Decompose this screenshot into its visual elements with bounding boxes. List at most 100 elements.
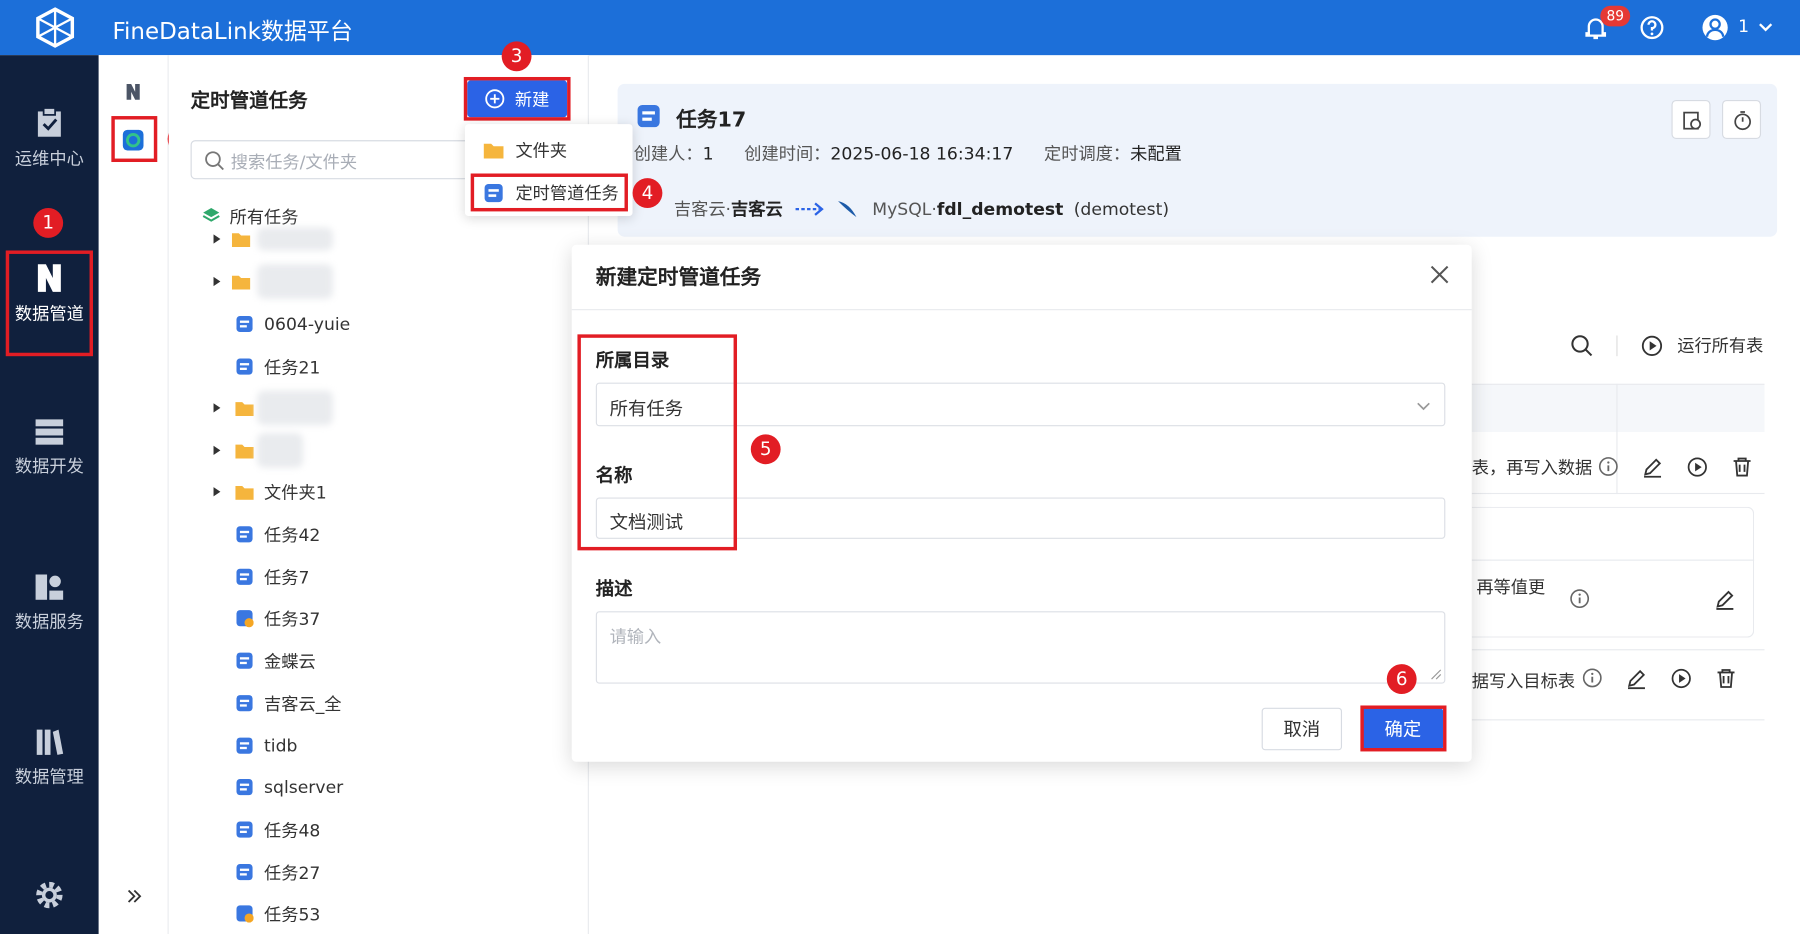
- highlight-box-3: [463, 76, 571, 121]
- row-text: 再等值更: [1476, 576, 1546, 598]
- tree-item[interactable]: 任务48: [235, 812, 320, 846]
- blurred-label: [257, 390, 333, 426]
- trash-icon[interactable]: [1731, 456, 1753, 478]
- task-meta: 创建人：1 创建时间：2025-06-18 16:34:17 定时调度：未配置: [634, 141, 1182, 165]
- left-nav: 运维中心 数据管道 数据开发 数据服务 数据管理: [0, 55, 99, 934]
- dialog-title: 新建定时管道任务: [595, 265, 762, 290]
- info-icon: [1582, 668, 1602, 688]
- play-circle-icon[interactable]: [1686, 456, 1708, 478]
- table-header: [1471, 383, 1765, 433]
- book-icon: [36, 729, 64, 755]
- settings-button[interactable]: [1671, 99, 1711, 140]
- nav-label-ops: 运维中心: [14, 148, 84, 169]
- highlight-box-2: [111, 116, 158, 163]
- nav-item-manage[interactable]: 数据管理: [0, 727, 99, 788]
- nav-item-service[interactable]: 数据服务: [0, 572, 99, 633]
- tree-item[interactable]: 吉客云_全: [235, 686, 342, 720]
- caret-right-icon: [213, 445, 221, 456]
- blurred-label: [257, 264, 333, 299]
- search-input[interactable]: 搜索任务/文件夹: [190, 140, 478, 180]
- help-icon[interactable]: [1639, 15, 1664, 40]
- tree-folder-label: 文件夹1: [264, 482, 327, 503]
- task-icon: [236, 821, 253, 838]
- highlight-box-1: [5, 250, 93, 357]
- row-text: 据写入目标表: [1471, 671, 1576, 692]
- menu-item-folder-label: 文件夹: [515, 140, 568, 161]
- trash-icon[interactable]: [1715, 668, 1737, 690]
- caret-right-icon: [213, 403, 221, 413]
- tree-item[interactable]: 任务37: [235, 601, 320, 635]
- tree-folder-blurred[interactable]: [211, 264, 333, 299]
- tree-folder[interactable]: 文件夹1: [211, 475, 327, 509]
- tree-folder-blurred[interactable]: [211, 433, 304, 468]
- edit-icon[interactable]: [1714, 588, 1736, 610]
- gear-icon[interactable]: [34, 880, 64, 910]
- user-avatar-icon[interactable]: [1701, 14, 1729, 42]
- top-bar: FineDataLink数据平台 89 1: [0, 0, 1800, 56]
- tree-folder-blurred[interactable]: [211, 225, 333, 253]
- info-icon: [1598, 457, 1618, 476]
- tree-item[interactable]: 任务53: [235, 896, 320, 930]
- folder-icon: [231, 275, 251, 290]
- panel-title: 定时管道任务: [190, 89, 308, 113]
- tree-item[interactable]: sqlserver: [235, 770, 343, 804]
- task-icon: [236, 526, 253, 543]
- tree-folder-blurred[interactable]: [211, 390, 333, 426]
- info-icon: [1570, 589, 1590, 609]
- target-name: fdl_demotest: [936, 198, 1064, 219]
- tree-item-label: tidb: [264, 735, 298, 757]
- target-prefix: MySQL·: [872, 198, 937, 219]
- sub-nav: [98, 55, 169, 934]
- nav-item-ops[interactable]: 运维中心: [0, 107, 99, 170]
- edit-icon[interactable]: [1626, 668, 1648, 690]
- task-icon: [637, 104, 660, 128]
- creator-value: 1: [702, 143, 714, 165]
- edit-icon[interactable]: [1642, 456, 1664, 478]
- tree-item-label: 0604-yuie: [264, 313, 351, 335]
- chevron-down-icon[interactable]: [1756, 17, 1774, 35]
- tree-item[interactable]: 任务7: [235, 560, 309, 594]
- folder-icon: [235, 486, 254, 500]
- app-title: FineDataLink数据平台: [112, 17, 353, 45]
- menu-item-folder[interactable]: 文件夹: [483, 138, 567, 162]
- tree-item[interactable]: 任务27: [235, 855, 320, 889]
- service-icon: [35, 574, 64, 600]
- run-all-button[interactable]: 运行所有表: [1677, 333, 1763, 357]
- clipboard-check-icon: [37, 107, 61, 137]
- created-value: 2025-06-18 16:34:17: [830, 143, 1014, 165]
- tree-item[interactable]: 0604-yuie: [235, 307, 350, 341]
- blurred-label: [257, 227, 333, 251]
- mysql-dolphin-icon: [837, 200, 857, 217]
- source-prefix: 吉客云·: [673, 198, 732, 220]
- task-icon: [236, 652, 253, 669]
- search-icon[interactable]: [1570, 334, 1593, 357]
- tree-item-label: 任务42: [264, 524, 321, 546]
- expand-icon[interactable]: [126, 888, 142, 904]
- username[interactable]: 1: [1738, 16, 1749, 37]
- tree-item-label: sqlserver: [264, 776, 344, 798]
- play-circle-icon[interactable]: [1670, 668, 1692, 690]
- step-badge-1: 1: [33, 207, 64, 238]
- task-icon: [236, 315, 253, 333]
- tree-item[interactable]: 金蝶云: [235, 643, 316, 677]
- task-icon: [236, 779, 253, 796]
- notification-badge: 89: [1600, 5, 1631, 27]
- resize-handle-icon[interactable]: [1430, 669, 1442, 680]
- pipeline-small-icon[interactable]: [124, 83, 142, 101]
- cancel-button[interactable]: 取消: [1261, 707, 1343, 751]
- close-icon[interactable]: [1428, 263, 1451, 286]
- schedule-value: 未配置: [1130, 143, 1182, 165]
- tree-item[interactable]: tidb: [235, 728, 297, 762]
- caret-right-icon: [213, 276, 221, 287]
- tree-item-label: 任务21: [264, 356, 321, 378]
- folder-icon: [235, 444, 254, 459]
- tree-item[interactable]: 任务21: [235, 349, 320, 383]
- toolbar-divider: [1616, 334, 1618, 356]
- timer-button[interactable]: [1722, 99, 1762, 140]
- nav-item-dev[interactable]: 数据开发: [0, 417, 99, 478]
- step-badge-4: 4: [632, 178, 663, 208]
- logo-icon: [36, 7, 75, 48]
- highlight-box-5: [577, 334, 738, 551]
- tree-item[interactable]: 任务42: [235, 517, 320, 551]
- desc-textarea[interactable]: 请输入: [595, 611, 1446, 684]
